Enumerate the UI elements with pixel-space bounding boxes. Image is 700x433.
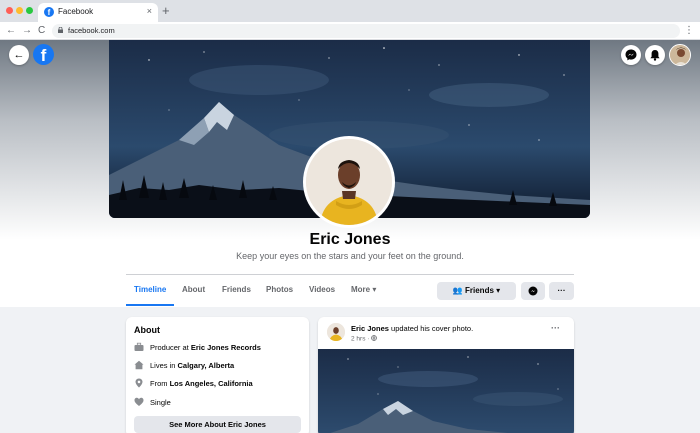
tab-title: Facebook <box>58 7 94 16</box>
facebook-favicon-icon: f <box>44 7 54 17</box>
post-author-avatar[interactable] <box>327 323 345 341</box>
window-minimize-button[interactable] <box>16 7 23 14</box>
notifications-button[interactable] <box>645 45 665 65</box>
about-title: About <box>134 325 160 335</box>
tab-about[interactable]: About <box>182 285 205 294</box>
browser-back-icon[interactable]: ← <box>6 24 16 38</box>
browser-tab-bar: f Facebook × + <box>0 0 700 22</box>
profile-photo-image <box>306 139 392 225</box>
location-pin-icon <box>135 378 143 388</box>
current-city-link[interactable]: Calgary, Alberta <box>178 361 235 370</box>
author-avatar-image <box>327 323 345 341</box>
briefcase-icon <box>134 342 144 351</box>
post-header: Eric Jones updated his cover photo. <box>351 324 474 333</box>
see-more-about-button[interactable]: See More About Eric Jones <box>134 416 301 433</box>
url-input[interactable]: facebook.com <box>52 24 680 38</box>
address-bar: ← → C facebook.com ⋮ <box>0 22 700 40</box>
night-mountain-image <box>318 349 574 433</box>
messenger-button[interactable] <box>621 45 641 65</box>
post-author-link[interactable]: Eric Jones <box>351 324 389 333</box>
profile-header: ← f Eric Jones Keep your eyes on the sta… <box>0 40 700 307</box>
heart-icon <box>134 397 144 406</box>
lock-icon <box>58 27 63 33</box>
profile-bio: Keep your eyes on the stars and your fee… <box>236 251 464 261</box>
tab-videos[interactable]: Videos <box>309 285 335 294</box>
new-tab-button[interactable]: + <box>162 3 170 19</box>
post-meta: 2 hrs · <box>351 335 378 343</box>
post-options-button[interactable]: ··· <box>551 323 560 333</box>
hometown-link[interactable]: Los Angeles, California <box>170 379 253 388</box>
tabs-divider <box>126 274 574 275</box>
profile-picture[interactable] <box>303 136 395 228</box>
url-text: facebook.com <box>68 26 115 35</box>
account-avatar[interactable] <box>669 44 691 66</box>
more-options-button[interactable]: ··· <box>549 282 574 300</box>
bell-icon <box>650 50 660 61</box>
window-close-button[interactable] <box>6 7 13 14</box>
tab-photos[interactable]: Photos <box>266 285 293 294</box>
message-button[interactable] <box>521 282 545 300</box>
tab-friends[interactable]: Friends <box>222 285 251 294</box>
back-button[interactable]: ← <box>9 45 29 65</box>
friends-button[interactable]: 👥 Friends ▾ <box>437 282 516 300</box>
post-card: Eric Jones updated his cover photo. 2 hr… <box>318 317 574 433</box>
browser-reload-icon[interactable]: C <box>38 24 45 38</box>
browser-menu-icon[interactable]: ⋮ <box>684 24 694 38</box>
tab-timeline[interactable]: Timeline <box>134 285 166 294</box>
messenger-icon <box>625 49 637 61</box>
tab-more[interactable]: More ▾ <box>351 285 376 294</box>
profile-name: Eric Jones <box>309 231 391 248</box>
globe-icon <box>371 335 378 341</box>
post-timestamp[interactable]: 2 hrs · <box>351 336 371 343</box>
about-card: About Producer at Eric Jones Records Liv… <box>126 317 309 433</box>
home-icon <box>134 360 144 370</box>
browser-tab[interactable]: f Facebook × <box>38 3 158 22</box>
post-cover-image[interactable] <box>318 349 574 433</box>
window-zoom-button[interactable] <box>26 7 33 14</box>
messenger-icon <box>528 286 538 296</box>
browser-forward-icon[interactable]: → <box>22 24 32 38</box>
active-tab-indicator <box>126 304 174 306</box>
tab-close-icon[interactable]: × <box>147 6 152 16</box>
facebook-logo-icon[interactable]: f <box>33 44 54 65</box>
profile-tabs: Timeline About Friends Photos Videos Mor… <box>126 276 574 307</box>
employer-link[interactable]: Eric Jones Records <box>191 343 261 352</box>
facebook-page: ← f Eric Jones Keep your eyes on the sta… <box>0 40 700 433</box>
